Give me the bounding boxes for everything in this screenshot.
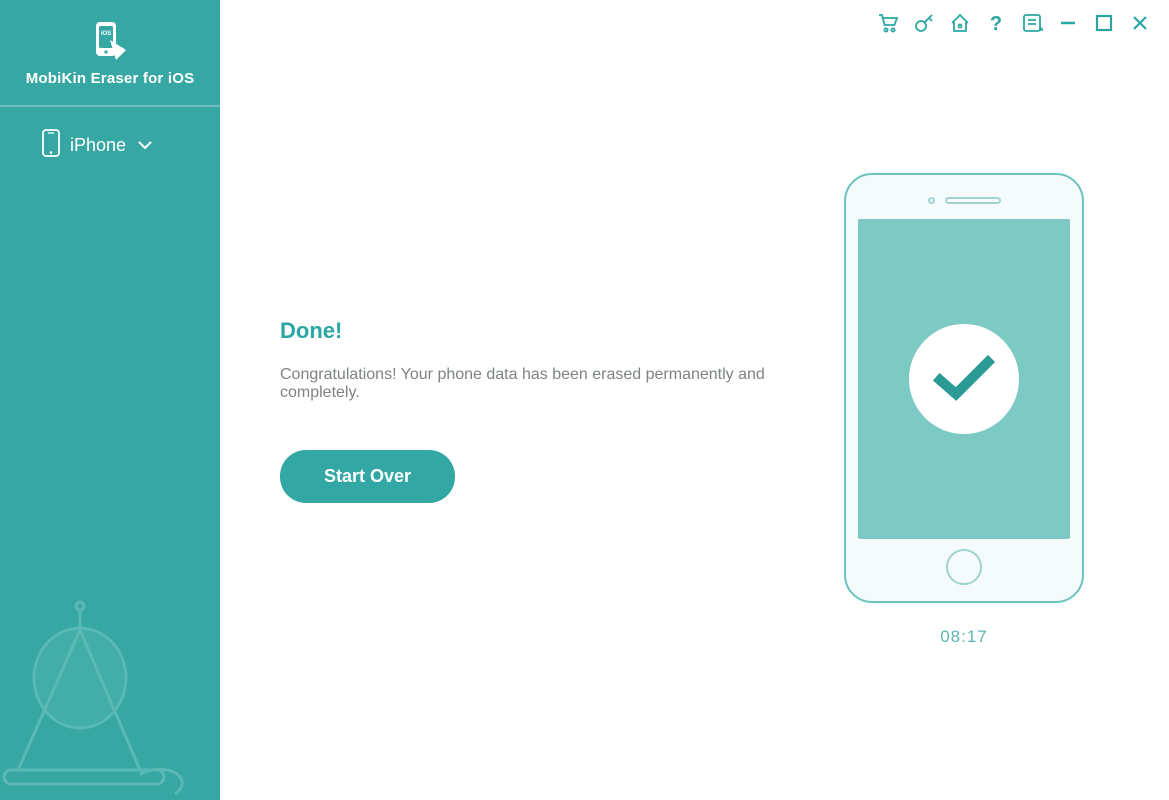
device-label: iPhone: [70, 135, 126, 156]
phone-illustration: [844, 173, 1084, 603]
minimize-button[interactable]: [1057, 12, 1079, 34]
key-icon[interactable]: [913, 12, 935, 34]
titlebar: ?: [877, 0, 1169, 40]
app-logo-icon: iOS: [86, 20, 134, 60]
chevron-down-icon: [138, 137, 152, 155]
phone-home-button-icon: [946, 549, 982, 585]
result-panel: Done! Congratulations! Your phone data h…: [280, 298, 799, 503]
phone-icon: [42, 129, 60, 162]
phone-screen: [858, 219, 1070, 539]
help-icon[interactable]: ?: [985, 12, 1007, 34]
device-selector[interactable]: iPhone: [0, 107, 220, 184]
maximize-button[interactable]: [1093, 12, 1115, 34]
close-button[interactable]: [1129, 12, 1151, 34]
result-message: Congratulations! Your phone data has bee…: [280, 366, 799, 402]
svg-text:?: ?: [990, 13, 1002, 34]
start-over-button[interactable]: Start Over: [280, 450, 455, 503]
sidebar: iOS MobiKin Eraser for iOS iPhone: [0, 0, 220, 800]
elapsed-timer: 08:17: [940, 627, 988, 647]
content: Done! Congratulations! Your phone data h…: [220, 0, 1169, 800]
result-title: Done!: [280, 318, 799, 344]
svg-text:iOS: iOS: [101, 31, 111, 37]
main-area: ?: [220, 0, 1169, 800]
phone-top-icon: [858, 185, 1070, 215]
phone-illustration-column: 08:17: [799, 153, 1129, 647]
sidebar-header: iOS MobiKin Eraser for iOS: [0, 0, 220, 107]
feedback-icon[interactable]: [1021, 12, 1043, 34]
cart-icon[interactable]: [877, 12, 899, 34]
app-window: iOS MobiKin Eraser for iOS iPhone: [0, 0, 1169, 800]
sidebar-decoration-icon: [0, 580, 220, 800]
app-title: MobiKin Eraser for iOS: [26, 70, 195, 87]
home-icon[interactable]: [949, 12, 971, 34]
success-check-icon: [909, 324, 1019, 434]
